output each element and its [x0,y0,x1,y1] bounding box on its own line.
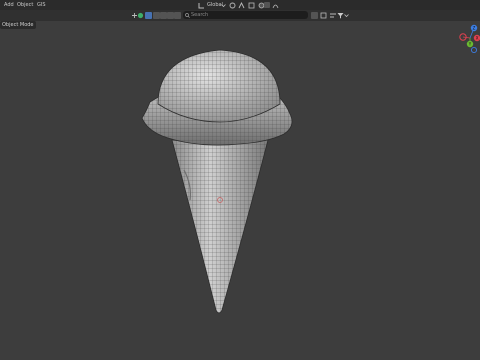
intersect-selection-button[interactable] [174,12,181,19]
pivot-point-icon[interactable] [229,2,236,9]
gizmo-z-label: Z [473,26,476,31]
cone-wireframe [172,140,268,313]
search-placeholder: Search [191,12,209,18]
gizmo-neg-z-axis[interactable] [470,46,478,54]
tool-settings-bar: Object Mode Search [0,10,480,29]
view-button[interactable] [311,12,318,19]
falloff-curve-icon[interactable] [272,2,279,9]
navigation-gizmo[interactable]: Z Y X [459,24,480,54]
new-selection-icon[interactable] [137,12,144,19]
search-icon [185,12,190,18]
filter-icon[interactable] [337,12,344,19]
search-field[interactable]: Search [183,11,308,19]
viewport-header: Add Object GIS Global [0,0,480,10]
subtract-selection-button[interactable] [160,12,167,19]
layers-icon[interactable] [320,12,327,19]
chevron-down-icon [344,14,349,18]
snap-target-icon[interactable] [248,2,255,9]
menu-object[interactable]: Object [17,0,33,10]
gizmo-x-label: X [476,36,479,41]
gizmo-y-label: Y [468,42,472,47]
menu-gis[interactable]: GIS [37,0,46,10]
snap-icon[interactable] [238,2,245,9]
3d-viewport[interactable]: Z Y X [0,21,480,360]
ice-cream-model[interactable] [141,49,293,314]
chevron-down-icon [221,4,226,8]
invert-selection-button[interactable] [167,12,174,19]
menu-add[interactable]: Add [4,0,14,10]
transform-orientation-icon[interactable] [198,2,205,9]
scoop-wireframe [158,50,280,122]
extend-selection-button[interactable] [153,12,160,19]
sort-icon[interactable] [329,12,337,19]
proportional-falloff-button[interactable] [264,2,270,8]
select-box-button[interactable] [145,12,152,19]
